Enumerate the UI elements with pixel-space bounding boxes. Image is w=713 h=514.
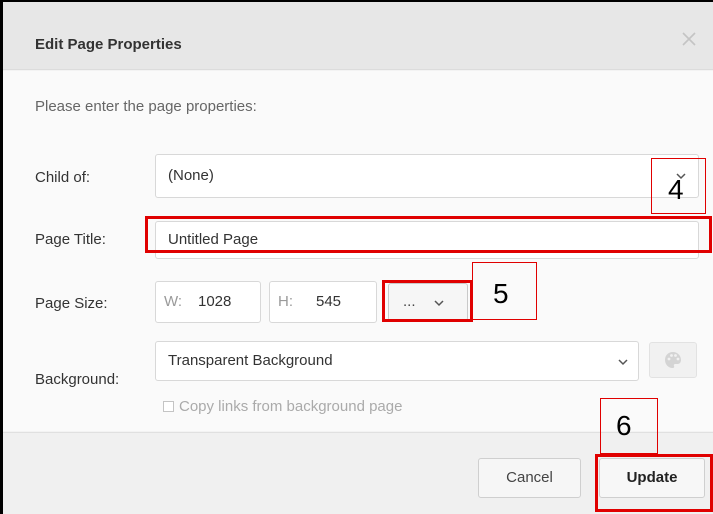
background-value: Transparent Background (168, 352, 333, 369)
child-of-label: Child of: (35, 169, 91, 186)
page-width-input[interactable]: W: 1028 (155, 281, 261, 323)
page-title-label: Page Title: (35, 231, 106, 248)
page-height-input[interactable]: H: 545 (269, 281, 377, 323)
intro-text: Please enter the page properties: (35, 98, 257, 115)
page-size-preset-button[interactable]: ... (388, 283, 468, 321)
annotation-number-6: 6 (616, 410, 632, 441)
width-prefix: W: (164, 293, 183, 310)
child-of-select[interactable]: (None) (155, 154, 699, 198)
dialog-footer: Cancel Update (3, 432, 713, 514)
background-select[interactable]: Transparent Background (155, 341, 639, 381)
preset-dots: ... (403, 293, 416, 310)
page-size-label: Page Size: (35, 295, 108, 312)
dialog-title: Edit Page Properties (35, 36, 182, 53)
background-label: Background: (35, 371, 120, 388)
copy-links-label: Copy links from background page (179, 398, 403, 415)
edit-page-properties-dialog: Edit Page Properties Please enter the pa… (3, 2, 713, 514)
copy-links-checkbox[interactable] (163, 401, 174, 412)
height-prefix: H: (278, 293, 293, 310)
background-color-button[interactable] (649, 342, 697, 378)
palette-icon (665, 352, 681, 368)
chevron-down-icon (434, 298, 444, 308)
annotation-number-4: 4 (668, 174, 684, 205)
child-of-value: (None) (168, 167, 214, 184)
annotation-number-5: 5 (493, 278, 509, 309)
cancel-button[interactable]: Cancel (478, 458, 581, 498)
copy-links-row: Copy links from background page (163, 398, 402, 415)
dialog-header: Edit Page Properties (3, 2, 713, 70)
page-title-input[interactable]: Untitled Page (155, 221, 699, 259)
page-title-value: Untitled Page (168, 231, 259, 248)
height-value: 545 (316, 293, 342, 310)
update-button[interactable]: Update (599, 458, 705, 498)
close-icon[interactable] (677, 26, 701, 50)
width-value: 1028 (198, 293, 232, 310)
chevron-down-icon (618, 357, 628, 367)
